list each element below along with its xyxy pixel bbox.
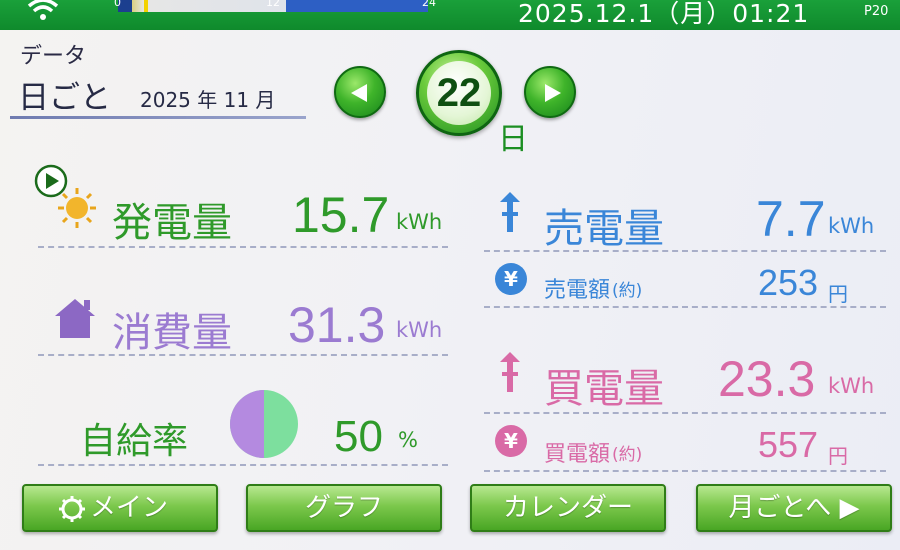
main-button-label: メイン [90,493,169,523]
sold-amount-value: 253 [758,262,819,303]
bought-amount-value: 557 [758,424,819,465]
current-datetime: 2025.12.1（月）01:21 [518,0,810,28]
divider [38,246,448,248]
consumption-unit: kWh [396,318,443,342]
next-day-button[interactable] [524,66,576,118]
arrow-up-icon [500,192,520,232]
sold-label: 売電量 [544,206,664,252]
day-selector[interactable]: 22 [416,50,502,136]
self-sufficiency-slice [230,390,264,458]
sold-amount-label: 売電額 [544,278,611,303]
sold-value: 7.7 [756,191,826,247]
calendar-button[interactable]: カレンダー [470,484,666,532]
timeline-day [132,0,286,12]
header-underline [10,116,306,119]
timeline-tick-12: 12 [266,0,280,9]
consumption-label: 消費量 [112,310,232,356]
svg-text:¥: ¥ [504,267,518,291]
energy-monitor-screen: 0 12 24 2025.12.1（月）01:21 P20 データ 日ごと 20… [0,0,900,550]
monthly-button[interactable]: 月ごとへ ▶ [696,484,892,532]
bought-amount-note: (約) [612,445,643,465]
prev-arrow-icon [351,84,367,102]
graph-button-label: グラフ [304,493,383,523]
year-month: 2025 年 11 月 [140,88,276,112]
divider [484,250,886,252]
previous-day-button[interactable] [334,66,386,118]
monthly-button-label: 月ごとへ ▶ [728,493,860,523]
bought-value: 23.3 [718,351,816,407]
sold-amount-note: (約) [612,281,643,301]
view-mode-title: 日ごと [18,80,111,116]
generation-value: 15.7 [292,187,390,243]
timeline-tick-24: 24 [422,0,436,9]
sold-amount-unit: 円 [828,282,848,306]
status-bar: 0 12 24 2025.12.1（月）01:21 P20 [0,0,900,30]
bought-amount-label: 買電額 [544,442,611,467]
page-id: P20 [864,4,889,19]
timeline-evening [286,0,428,12]
next-arrow-icon [545,84,561,102]
bought-label: 買電量 [544,366,664,412]
section-title: データ [20,44,87,69]
yen-icon: ¥ [495,425,527,457]
bought-amount-unit: 円 [828,444,848,468]
pie-icon [230,390,298,458]
day-unit: 日 [498,122,528,157]
graph-button[interactable]: グラフ [246,484,442,532]
bought-unit: kWh [828,374,875,398]
gear-icon [59,496,85,522]
divider [38,354,448,356]
timeline-tick-0: 0 [114,0,121,9]
yen-icon: ¥ [495,263,527,295]
arrow-down-icon [500,352,520,392]
divider [484,306,886,308]
wifi-icon [27,0,59,20]
house-icon [55,299,95,338]
divider [484,470,886,472]
consumption-value: 31.3 [288,297,386,353]
calendar-button-label: カレンダー [502,493,633,523]
main-button[interactable]: メイン [22,484,218,532]
divider [484,412,886,414]
self-sufficiency-value: 50 [334,412,383,461]
selected-day: 22 [427,61,491,125]
generation-unit: kWh [396,210,443,234]
sold-unit: kWh [828,214,875,238]
sun-icon [58,188,96,228]
self-sufficiency-label: 自給率 [80,421,189,462]
self-sufficiency-unit: % [398,428,418,452]
timeline-current-marker [144,0,148,12]
generation-label: 発電量 [112,200,232,246]
divider [38,464,448,466]
svg-text:¥: ¥ [504,429,518,453]
